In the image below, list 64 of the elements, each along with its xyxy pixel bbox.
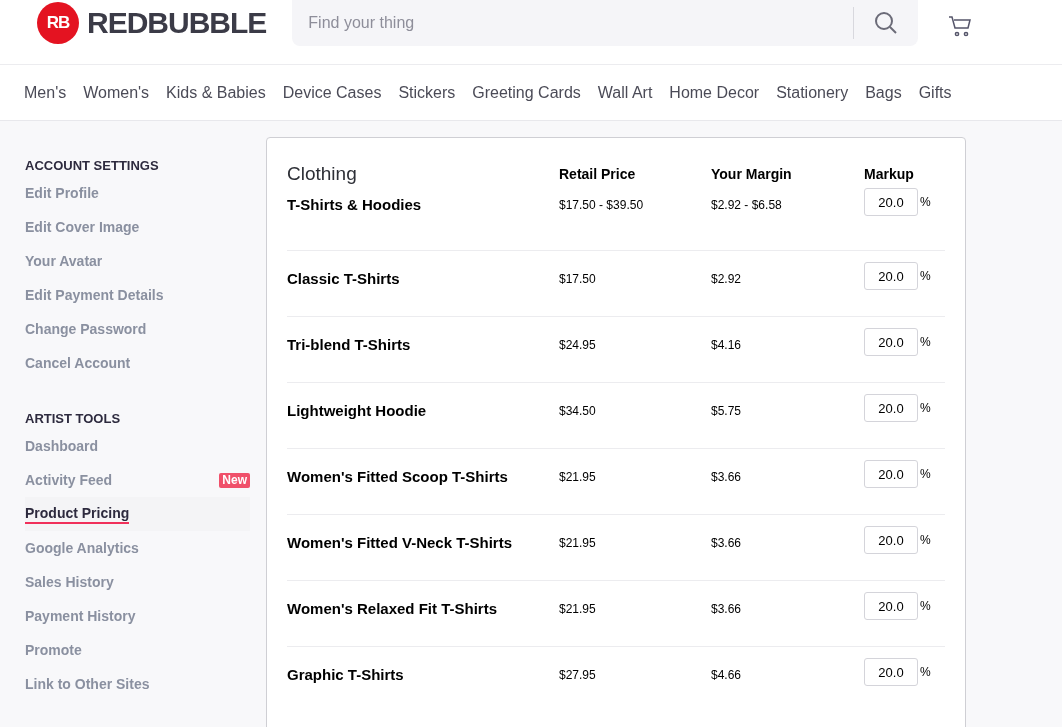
markup-field[interactable]: 20.0 <box>864 592 918 620</box>
margin-value: $3.66 <box>711 535 743 552</box>
percent-sign: % <box>920 664 931 681</box>
nav-link[interactable]: Kids & Babies <box>166 80 266 105</box>
percent-sign: % <box>920 466 931 483</box>
new-badge: New <box>219 472 250 488</box>
margin-value: $5.75 <box>711 403 743 420</box>
column-header: Your Margin <box>711 164 793 184</box>
nav-link[interactable]: Stickers <box>398 80 456 105</box>
margin-value: $2.92 <box>711 271 743 288</box>
product-name: Graphic T-Shirts <box>287 665 405 685</box>
nav-link[interactable]: Gifts <box>918 80 952 105</box>
product-name: Tri-blend T-Shirts <box>287 335 412 355</box>
markup-field[interactable]: 20.0 <box>864 526 918 554</box>
search-field[interactable]: Find your thing <box>292 0 854 46</box>
nav-link[interactable]: Bags <box>865 80 902 105</box>
nav-link[interactable]: Device Cases <box>282 80 382 105</box>
product-name: Women's Relaxed Fit T-Shirts <box>287 599 498 619</box>
nav-link[interactable]: Women's <box>83 80 150 105</box>
margin-value: $4.66 <box>711 667 743 684</box>
margin-value: $4.16 <box>711 337 743 354</box>
product-name: T-Shirts & Hoodies <box>287 195 423 215</box>
percent-sign: % <box>920 532 931 549</box>
retail-price: $24.95 <box>559 337 597 354</box>
retail-price: $17.50 <box>559 271 597 288</box>
product-name: Classic T-Shirts <box>287 269 401 289</box>
retail-price: $17.50 - $39.50 <box>559 197 645 214</box>
nav-link[interactable]: Wall Art <box>597 80 653 105</box>
retail-price: $34.50 <box>559 403 597 420</box>
markup-field[interactable]: 20.0 <box>864 394 918 422</box>
margin-value: $3.66 <box>711 601 743 618</box>
product-name: Women's Fitted Scoop T-Shirts <box>287 467 509 487</box>
percent-sign: % <box>920 194 931 211</box>
search-button[interactable] <box>853 0 919 46</box>
retail-price: $27.95 <box>559 667 597 684</box>
product-name: Lightweight Hoodie <box>287 401 428 421</box>
markup-field[interactable]: 20.0 <box>864 460 918 488</box>
markup-field[interactable]: 20.0 <box>864 658 918 686</box>
search-icon[interactable] <box>874 11 899 35</box>
markup-field[interactable]: 20.0 <box>864 328 918 356</box>
section-title: Clothing <box>287 162 358 186</box>
logo-mark[interactable]: RB <box>37 2 79 44</box>
column-header: Markup <box>864 164 915 184</box>
percent-sign: % <box>920 400 931 417</box>
markup-field[interactable]: 20.0 <box>864 262 918 290</box>
percent-sign: % <box>920 334 931 351</box>
margin-value: $3.66 <box>711 469 743 486</box>
nav-link[interactable]: Men's <box>24 80 67 105</box>
nav-link[interactable]: Home Decor <box>669 80 760 105</box>
product-name: Women's Fitted V-Neck T-Shirts <box>287 533 513 553</box>
logo-text: REDBUBBLE <box>87 8 267 38</box>
column-header: Retail Price <box>559 164 637 184</box>
retail-price: $21.95 <box>559 469 597 486</box>
markup-field[interactable]: 20.0 <box>864 188 918 216</box>
section-heading: ACCOUNT SETTINGS <box>25 157 160 175</box>
retail-price: $21.95 <box>559 601 597 618</box>
percent-sign: % <box>920 268 931 285</box>
margin-value: $2.92 - $6.58 <box>711 197 783 214</box>
section-heading: ARTIST TOOLS <box>25 410 122 428</box>
cart-icon[interactable] <box>948 14 973 38</box>
nav-link[interactable]: Greeting Cards <box>472 80 581 105</box>
retail-price: $21.95 <box>559 535 597 552</box>
nav-link[interactable]: Stationery <box>776 80 849 105</box>
percent-sign: % <box>920 598 931 615</box>
